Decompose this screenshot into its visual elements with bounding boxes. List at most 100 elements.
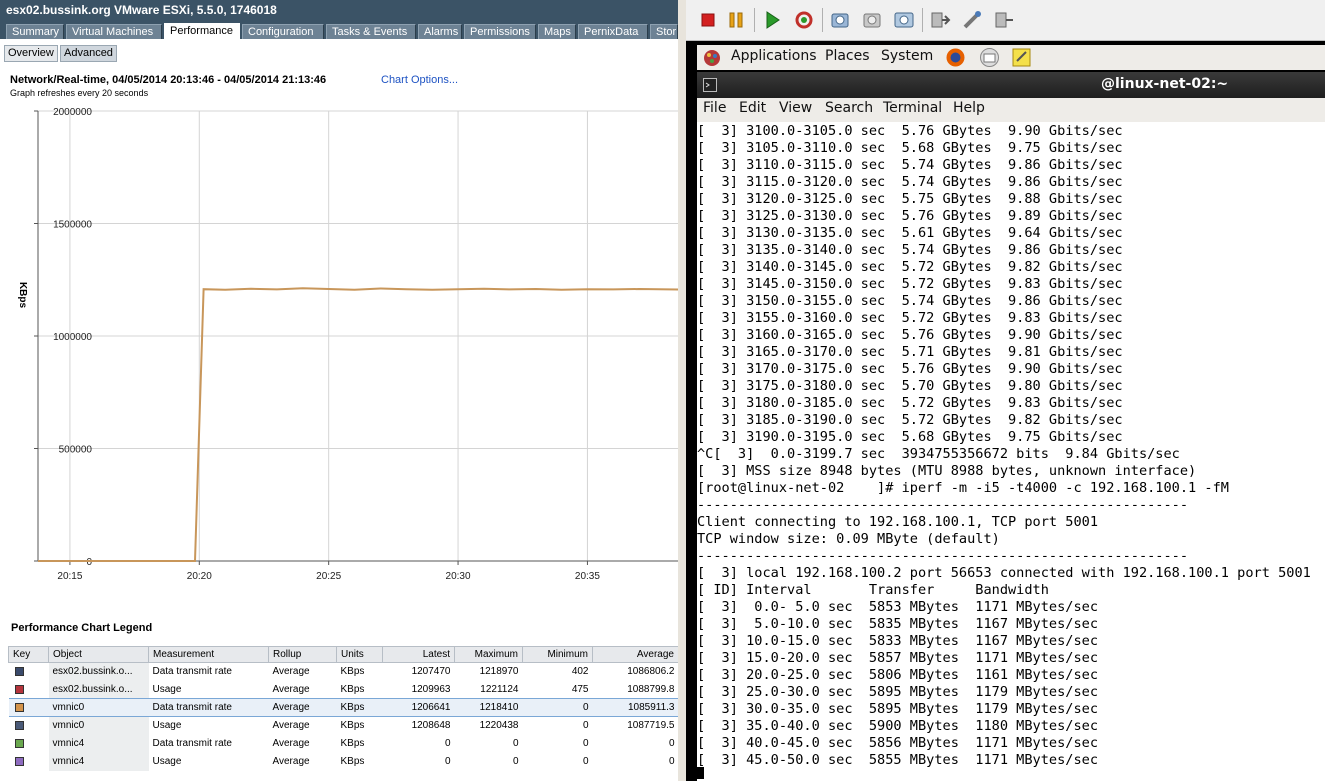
x-tick-label: 20:15 (57, 571, 82, 582)
legend-cell-measurement: Data transmit rate (148, 698, 269, 717)
tab-alarms[interactable]: Alarms (418, 24, 462, 39)
menu-edit[interactable]: Edit (739, 100, 766, 116)
legend-row[interactable]: vmnic4 Usage Average KBps 0 0 0 0 (9, 752, 679, 771)
col-minimum[interactable]: Minimum (522, 646, 593, 663)
legend-color-swatch (14, 721, 24, 731)
legend-cell-measurement: Usage (152, 756, 182, 767)
legend-cell-average: 0 (668, 738, 675, 749)
chart-options-link[interactable]: Chart Options... (381, 74, 458, 86)
terminal-line: ----------------------------------------… (697, 497, 1189, 513)
tab-storage[interactable]: Stor (650, 24, 678, 39)
legend-row[interactable]: vmnic0 Data transmit rate Average KBps 12066… (8, 698, 678, 717)
terminal-line: [ 3] 3130.0-3135.0 sec 5.61 GBytes 9.64 … (697, 225, 1123, 241)
view-subtabs: Overview Advanced (0, 39, 678, 67)
terminal-line: [ 3] 3170.0-3175.0 sec 5.76 GBytes 9.90 … (697, 361, 1123, 377)
legend-cell-average: 1086806.2 (627, 666, 675, 678)
x-tick-label: 20:20 (187, 571, 212, 582)
pane-divider[interactable] (678, 0, 686, 781)
chart-title: Network/Real-time, 04/05/2014 20:13:46 -… (10, 74, 327, 86)
tab-virtual-machines[interactable]: Virtual Machines (66, 24, 162, 39)
terminal-line: [ 3] 3175.0-3180.0 sec 5.70 GBytes 9.80 … (697, 378, 1123, 394)
tab-permissions[interactable]: Permissions (464, 24, 536, 39)
menu-terminal[interactable]: Terminal (883, 100, 942, 116)
legend-cell-maximum: 1220438 (479, 720, 519, 732)
col-latest[interactable]: Latest (382, 646, 455, 663)
notes-icon[interactable] (1011, 47, 1032, 68)
legend-color-swatch (14, 738, 24, 748)
terminal-line: [ 3] 30.0-35.0 sec 5895 MBytes 1179 MByt… (697, 701, 1099, 717)
y-tick-label: 1000000 (53, 332, 92, 343)
menu-file[interactable]: File (703, 100, 726, 116)
tab-summary[interactable]: Summary (6, 24, 64, 39)
terminal-line: [ 3] 3140.0-3145.0 sec 5.72 GBytes 9.82 … (697, 259, 1123, 275)
vsphere-client-pane: esx02.bussink.org VMware ESXi, 5.5.0, 17… (0, 0, 678, 781)
subtab-advanced[interactable]: Advanced (60, 45, 117, 62)
legend-cell-minimum: 475 (571, 683, 589, 695)
gnome-top-panel: Applications Places System (697, 45, 1325, 70)
legend-cell-maximum: 1218410 (454, 698, 523, 717)
legend-cell-units: KBps (340, 738, 365, 749)
col-maximum[interactable]: Maximum (454, 646, 523, 663)
menu-search[interactable]: Search (825, 100, 873, 116)
connect-floppy-icon[interactable] (960, 8, 984, 32)
manage-snapshots-icon[interactable] (892, 8, 916, 32)
menu-places[interactable]: Places (825, 48, 870, 64)
tab-pernixdata[interactable]: PernixData (578, 24, 648, 39)
connect-device-icon[interactable] (992, 8, 1016, 32)
play-icon[interactable] (760, 8, 784, 32)
terminal-line: [ 3] 3125.0-3130.0 sec 5.76 GBytes 9.89 … (697, 208, 1123, 224)
legend-cell-units: KBps (340, 756, 365, 767)
stop-icon[interactable] (696, 8, 720, 32)
menu-system[interactable]: System (881, 48, 933, 64)
legend-key-cell (9, 663, 49, 681)
legend-row[interactable]: vmnic0 Usage Average KBps 1208648 1220438 0 108… (9, 716, 679, 735)
revert-icon[interactable] (860, 8, 884, 32)
console-toolbar (686, 0, 1325, 41)
legend-cell-minimum: 0 (582, 720, 589, 732)
legend-row[interactable]: esx02.bussink.o... Data transmit rate Aver… (9, 662, 679, 681)
tab-tasks-events[interactable]: Tasks & Events (326, 24, 416, 39)
terminal-line: [ 3] 3155.0-3160.0 sec 5.72 GBytes 9.83 … (697, 310, 1123, 326)
legend-cell-rollup: Average (272, 666, 310, 678)
terminal-line: [ 3] 3150.0-3155.0 sec 5.74 GBytes 9.86 … (697, 293, 1123, 309)
legend-cell-object: vmnic4 (48, 752, 149, 771)
refresh-note: Graph refreshes every 20 seconds (10, 88, 149, 98)
firefox-icon[interactable] (945, 47, 966, 68)
col-average[interactable]: Average (592, 646, 678, 663)
terminal-line: [ 3] 20.0-25.0 sec 5806 MBytes 1161 MByt… (697, 667, 1099, 683)
toolbar-separator (922, 8, 923, 32)
legend-color-swatch (14, 667, 24, 677)
mail-icon[interactable] (979, 47, 1000, 68)
snapshot-icon[interactable] (828, 8, 852, 32)
col-key[interactable]: Key (8, 646, 49, 663)
legend-cell-rollup: Average (272, 738, 310, 749)
terminal-line: [root@linux-net-02 ]# iperf -m -i5 -t400… (697, 480, 1229, 496)
terminal-output[interactable]: [ 3] 3100.0-3105.0 sec 5.76 GBytes 9.90 … (697, 122, 1325, 781)
legend-cell-units: KBps (340, 720, 365, 732)
menu-view[interactable]: View (779, 100, 812, 116)
legend-row[interactable]: esx02.bussink.o... Usage Average KBps 120996… (9, 680, 679, 699)
legend-row[interactable]: vmnic4 Data transmit rate Average KBps 0 0 0 0 (9, 734, 679, 753)
legend-cell-object: vmnic0 (48, 716, 149, 735)
connect-cd-icon[interactable] (928, 8, 952, 32)
terminal-line: ^C[ 3] 0.0-3199.7 sec 3934755356672 bits… (697, 446, 1180, 462)
terminal-line: [ 3] local 192.168.100.2 port 56653 conn… (697, 565, 1311, 581)
terminal-line: [ 3] 3180.0-3185.0 sec 5.72 GBytes 9.83 … (697, 395, 1123, 411)
reset-icon[interactable] (792, 8, 816, 32)
legend-cell-measurement: Data transmit rate (152, 666, 232, 678)
menu-applications[interactable]: Applications (731, 48, 817, 64)
col-object[interactable]: Object (48, 646, 149, 663)
legend-cell-latest: 1206641 (382, 698, 455, 717)
col-measurement[interactable]: Measurement (148, 646, 269, 663)
menu-help[interactable]: Help (953, 100, 985, 116)
col-rollup[interactable]: Rollup (268, 646, 337, 663)
pause-icon[interactable] (724, 8, 748, 32)
subtab-overview[interactable]: Overview (4, 45, 58, 62)
tab-maps[interactable]: Maps (538, 24, 576, 39)
tab-configuration[interactable]: Configuration (242, 24, 324, 39)
legend-cell-rollup: Average (272, 720, 310, 732)
tab-performance[interactable]: Performance (164, 23, 240, 39)
col-units[interactable]: Units (336, 646, 383, 663)
legend-cell-measurement: Usage (152, 720, 182, 732)
legend-cell-object: esx02.bussink.o... (48, 662, 149, 681)
